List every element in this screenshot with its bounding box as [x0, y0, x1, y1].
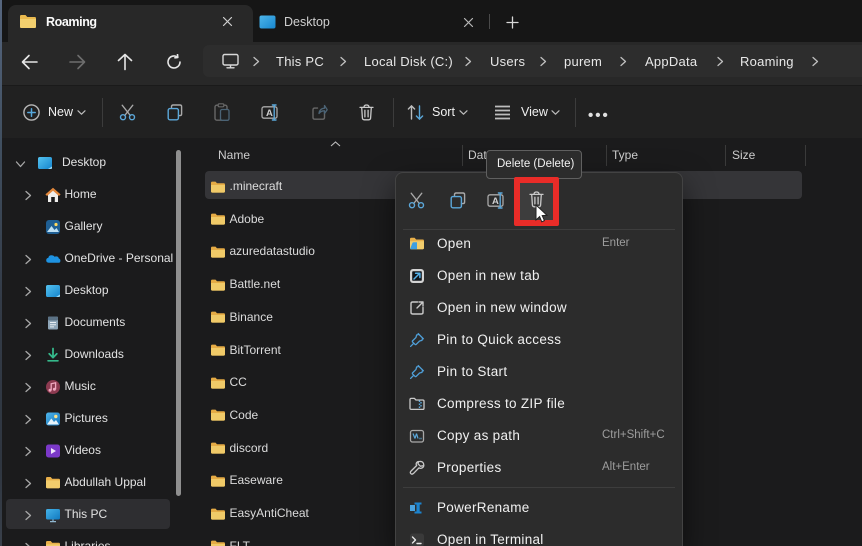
svg-text:A: A: [266, 108, 273, 119]
svg-text:A: A: [492, 196, 499, 207]
